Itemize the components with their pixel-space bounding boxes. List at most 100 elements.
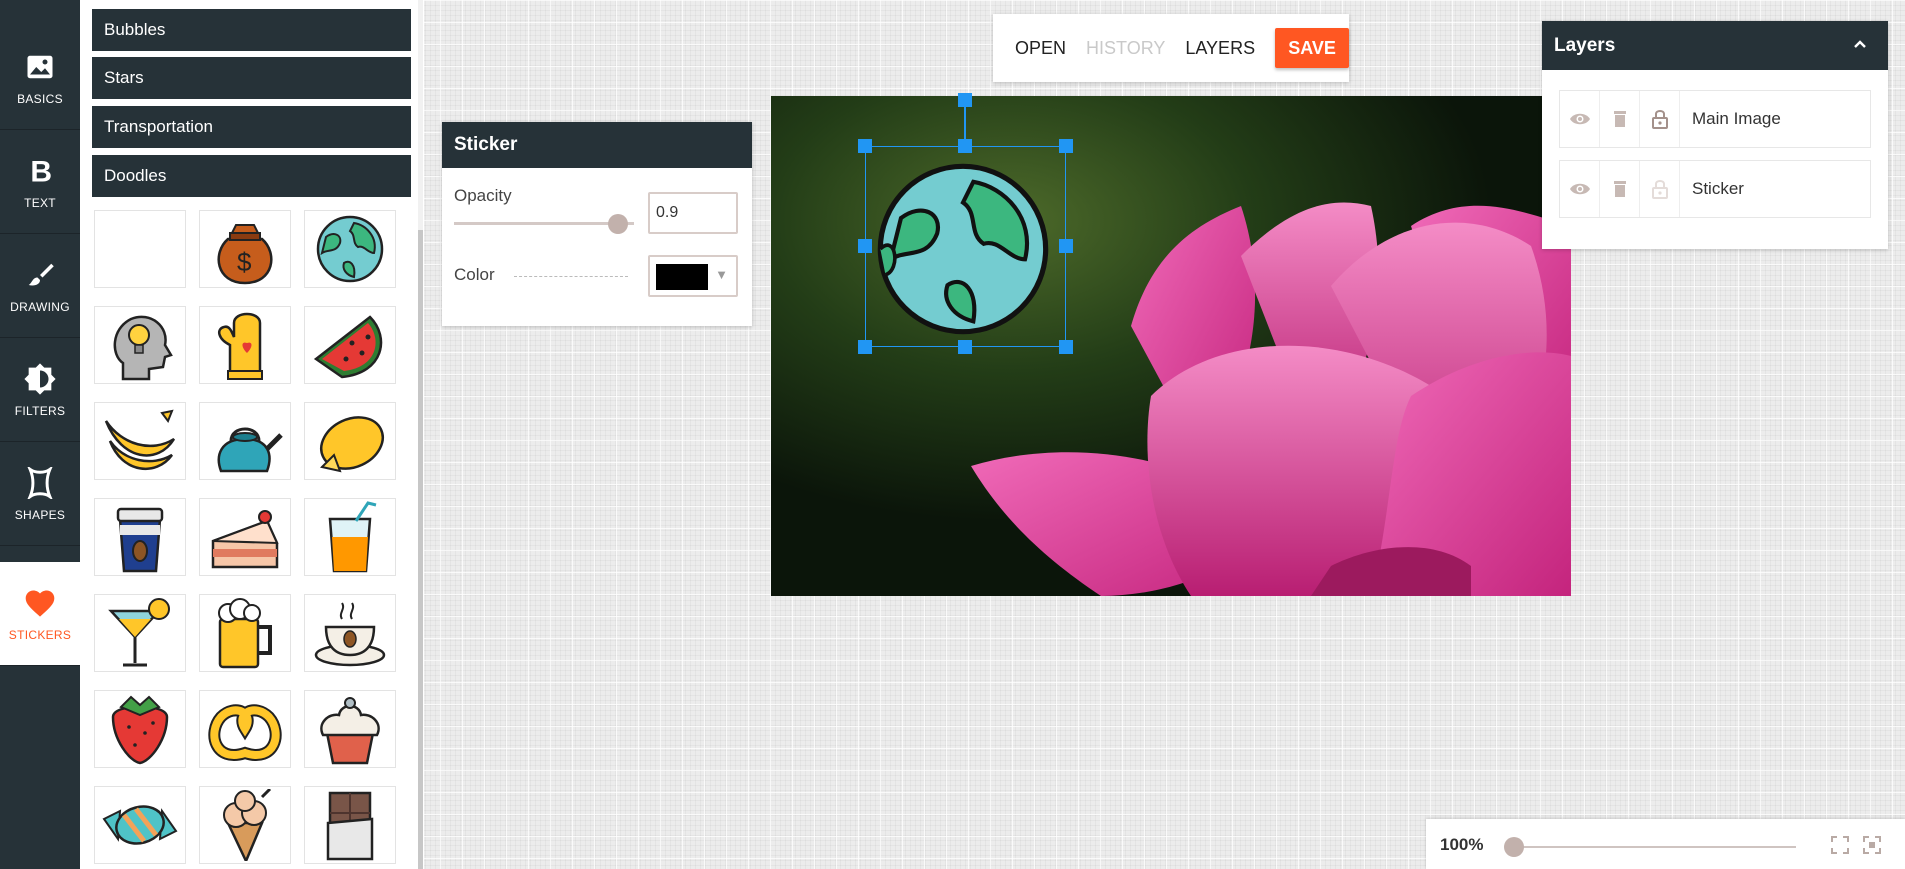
- nav-label: DRAWING: [10, 299, 70, 314]
- history-button[interactable]: HISTORY: [1086, 38, 1165, 59]
- sticker-beer-mug[interactable]: [199, 594, 291, 672]
- nav-item-text[interactable]: B TEXT: [0, 130, 80, 234]
- trash-icon[interactable]: [1600, 91, 1640, 147]
- layers-button[interactable]: LAYERS: [1185, 38, 1255, 59]
- sticker-teapot[interactable]: [199, 402, 291, 480]
- layers-title: Layers: [1554, 34, 1616, 56]
- nav-item-stickers[interactable]: STICKERS: [0, 562, 80, 666]
- category-stars[interactable]: Stars: [92, 57, 411, 99]
- layer-row-sticker[interactable]: Sticker: [1559, 160, 1871, 218]
- color-label: Color: [454, 265, 495, 284]
- oven-mitt-icon: [217, 312, 263, 380]
- cake-slice-icon: [211, 510, 279, 569]
- lemon-icon: [320, 416, 384, 473]
- fullscreen-icon[interactable]: [1862, 835, 1882, 860]
- nav-item-basics[interactable]: BASICS: [0, 26, 80, 130]
- ice-cream-cone-icon: [223, 789, 272, 861]
- coffee-cup-icon: [116, 507, 164, 573]
- selection-box: [865, 146, 1066, 347]
- lock-icon[interactable]: [1640, 91, 1680, 147]
- layer-row-main-image[interactable]: Main Image: [1559, 90, 1871, 148]
- sticker-blank[interactable]: [94, 210, 186, 288]
- sticker-panel: Bubbles Stars Transportation Doodles $: [80, 0, 424, 869]
- bold-icon: B: [23, 154, 57, 188]
- strawberry-icon: [111, 695, 169, 765]
- color-swatch: [656, 264, 708, 290]
- save-button[interactable]: SAVE: [1275, 28, 1349, 68]
- chocolate-bar-icon: [326, 791, 374, 861]
- category-bubbles[interactable]: Bubbles: [92, 9, 411, 51]
- nav-label: FILTERS: [14, 403, 66, 418]
- nav-item-filters[interactable]: FILTERS: [0, 338, 80, 442]
- nav-label: SHAPES: [14, 507, 66, 522]
- svg-text:B: B: [30, 156, 52, 186]
- nav-item-drawing[interactable]: DRAWING: [0, 234, 80, 338]
- layers-panel: Layers Main Image Sticker: [1542, 21, 1888, 249]
- chevron-down-icon: ▼: [715, 267, 728, 282]
- beer-mug-icon: [218, 598, 272, 669]
- sticker-coffee-saucer[interactable]: [304, 594, 396, 672]
- resize-handle-se[interactable]: [1059, 340, 1073, 354]
- open-button[interactable]: OPEN: [1015, 38, 1066, 59]
- sticker-cupcake[interactable]: [304, 690, 396, 768]
- sticker-watermelon[interactable]: [304, 306, 396, 384]
- nav-label: BASICS: [17, 91, 63, 106]
- category-doodles[interactable]: Doodles: [92, 155, 411, 197]
- nav-label: TEXT: [24, 195, 56, 210]
- sticker-money-bag[interactable]: $: [199, 210, 291, 288]
- sticker-candy[interactable]: [94, 786, 186, 864]
- sticker-pretzel[interactable]: [199, 690, 291, 768]
- sticker-lemon[interactable]: [304, 402, 396, 480]
- opacity-slider-knob[interactable]: [608, 214, 628, 234]
- rotate-handle[interactable]: [958, 93, 972, 107]
- layer-name: Main Image: [1692, 109, 1781, 128]
- resize-handle-s[interactable]: [958, 340, 972, 354]
- sticker-oven-mitt[interactable]: [199, 306, 291, 384]
- sticker-head-lightbulb[interactable]: [94, 306, 186, 384]
- category-transportation[interactable]: Transportation: [92, 106, 411, 148]
- chevron-up-icon[interactable]: [1852, 36, 1868, 58]
- divider: [514, 276, 628, 277]
- sticker-cake-slice[interactable]: [199, 498, 291, 576]
- juice-glass-icon: [328, 501, 377, 573]
- globe-icon: [316, 215, 384, 283]
- sticker-juice-glass[interactable]: [304, 498, 396, 576]
- trash-icon[interactable]: [1600, 161, 1640, 217]
- coffee-saucer-icon: [314, 602, 386, 667]
- brush-icon: [23, 258, 57, 292]
- resize-handle-e[interactable]: [1059, 239, 1073, 253]
- eye-icon[interactable]: [1560, 91, 1600, 147]
- layer-name: Sticker: [1692, 179, 1744, 198]
- color-picker[interactable]: ▼: [648, 255, 738, 297]
- sticker-globe[interactable]: [304, 210, 396, 288]
- nav-item-shapes[interactable]: SHAPES: [0, 442, 80, 546]
- shape-icon: [23, 466, 57, 500]
- sticker-strawberry[interactable]: [94, 690, 186, 768]
- sticker-chocolate-bar[interactable]: [304, 786, 396, 864]
- opacity-input[interactable]: [648, 192, 738, 234]
- sticker-properties-panel: Sticker Opacity Color ▼: [442, 122, 752, 326]
- sticker-coffee-cup[interactable]: [94, 498, 186, 576]
- resize-handle-nw[interactable]: [858, 139, 872, 153]
- opacity-slider-track[interactable]: [454, 222, 634, 225]
- zoom-slider-track[interactable]: [1514, 846, 1796, 848]
- resize-handle-w[interactable]: [858, 239, 872, 253]
- eye-icon[interactable]: [1560, 161, 1600, 217]
- candy-icon: [102, 805, 178, 845]
- fit-screen-icon[interactable]: [1830, 835, 1850, 860]
- resize-handle-sw[interactable]: [858, 340, 872, 354]
- bananas-icon: [104, 409, 176, 471]
- sticker-cocktail[interactable]: [94, 594, 186, 672]
- svg-text:$: $: [237, 247, 252, 277]
- unlock-icon[interactable]: [1640, 161, 1680, 217]
- nav-label: STICKERS: [8, 627, 72, 642]
- cocktail-icon: [108, 598, 170, 667]
- zoom-slider-knob[interactable]: [1504, 837, 1524, 857]
- scrollbar-thumb[interactable]: [418, 230, 423, 869]
- resize-handle-n[interactable]: [958, 139, 972, 153]
- watermelon-icon: [313, 315, 383, 379]
- sticker-bananas[interactable]: [94, 402, 186, 480]
- resize-handle-ne[interactable]: [1059, 139, 1073, 153]
- heart-icon: [23, 586, 57, 620]
- sticker-ice-cream-cone[interactable]: [199, 786, 291, 864]
